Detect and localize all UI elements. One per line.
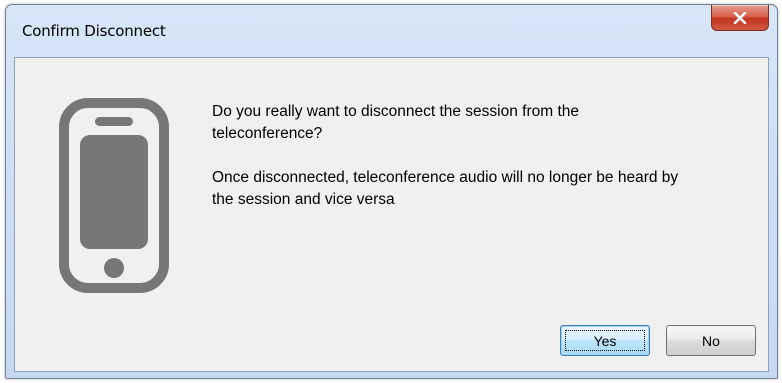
detail-text: Once disconnected, teleconference audio … bbox=[212, 169, 679, 208]
dialog-body: Do you really want to disconnect the ses… bbox=[14, 57, 769, 372]
yes-button-label: Yes bbox=[593, 332, 617, 349]
close-button[interactable] bbox=[711, 5, 769, 31]
no-button[interactable]: No bbox=[666, 325, 756, 356]
confirm-disconnect-dialog: Confirm Disconnect Do you really want to… bbox=[5, 4, 778, 379]
question-text: Do you really want to disconnect the ses… bbox=[212, 103, 580, 142]
window-title: Confirm Disconnect bbox=[22, 22, 166, 40]
no-button-label: No bbox=[702, 332, 720, 349]
mobile-phone-icon bbox=[59, 98, 169, 293]
title-bar[interactable]: Confirm Disconnect bbox=[6, 5, 777, 57]
yes-button[interactable]: Yes bbox=[560, 325, 650, 356]
dialog-message: Do you really want to disconnect the ses… bbox=[212, 101, 692, 211]
close-icon bbox=[733, 11, 747, 24]
